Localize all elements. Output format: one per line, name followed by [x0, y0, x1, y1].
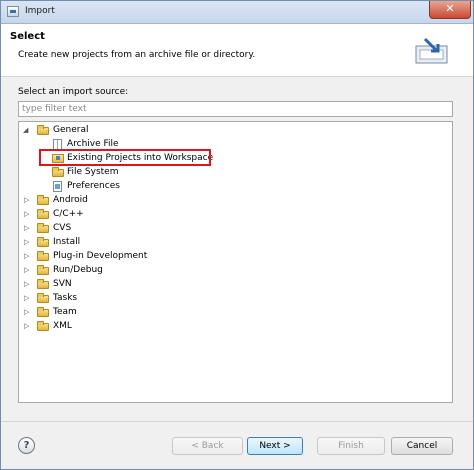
tree-item-preferences[interactable]: Preferences [51, 180, 251, 193]
tree-item-label: SVN [53, 279, 72, 289]
tree-item-general[interactable]: ◢ General [23, 124, 223, 137]
folder-icon [37, 279, 49, 289]
folder-icon [37, 293, 49, 303]
tree-item-label: General [53, 125, 89, 135]
tree-item-label: File System [67, 167, 119, 177]
collapsed-arrow-icon[interactable]: ▷ [24, 208, 32, 221]
collapsed-arrow-icon[interactable]: ▷ [24, 320, 32, 333]
back-button[interactable]: < Back [172, 437, 243, 455]
selection-highlight-box [39, 149, 211, 166]
tree-item-cvs[interactable]: ▷ CVS [23, 222, 223, 235]
tree-item-team[interactable]: ▷ Team [23, 306, 223, 319]
tree-item-run-debug[interactable]: ▷ Run/Debug [23, 264, 223, 277]
collapsed-arrow-icon[interactable]: ▷ [24, 278, 32, 291]
tree-item-plugin-development[interactable]: ▷ Plug-in Development [23, 250, 243, 263]
tree-item-svn[interactable]: ▷ SVN [23, 278, 223, 291]
tree-item-label: CVS [53, 223, 72, 233]
import-dialog: Import ✕ Select Create new projects from… [0, 0, 474, 470]
title-bar[interactable]: Import ✕ [1, 1, 473, 24]
filter-input[interactable] [18, 101, 453, 117]
tree-item-file-system[interactable]: File System [51, 166, 251, 179]
tree-item-label: Install [53, 237, 81, 247]
collapsed-arrow-icon[interactable]: ▷ [24, 264, 32, 277]
folder-icon [37, 251, 49, 261]
collapsed-arrow-icon[interactable]: ▷ [24, 222, 32, 235]
tree-item-c-cpp[interactable]: ▷ C/C++ [23, 208, 223, 221]
cancel-button[interactable]: Cancel [391, 437, 453, 455]
collapsed-arrow-icon[interactable]: ▷ [24, 250, 32, 263]
folder-icon [37, 125, 49, 135]
import-wizard-icon [415, 37, 448, 64]
tree-item-xml[interactable]: ▷ XML [23, 320, 223, 333]
wizard-banner: Select Create new projects from an archi… [1, 24, 473, 77]
tree-item-label: Run/Debug [53, 265, 103, 275]
folder-icon [37, 307, 49, 317]
folder-icon [37, 237, 49, 247]
collapsed-arrow-icon[interactable]: ▷ [24, 194, 32, 207]
tree-item-tasks[interactable]: ▷ Tasks [23, 292, 223, 305]
folder-icon [37, 321, 49, 331]
tree-item-label: Team [53, 307, 77, 317]
expanded-arrow-icon[interactable]: ◢ [23, 124, 31, 137]
folder-icon [37, 223, 49, 233]
folder-icon [37, 209, 49, 219]
window-icon [7, 6, 19, 17]
tree-item-label: XML [53, 321, 72, 331]
next-button[interactable]: Next > [247, 437, 303, 455]
folder-icon [52, 167, 64, 177]
close-button[interactable]: ✕ [429, 1, 471, 19]
tree-item-label: C/C++ [53, 209, 84, 219]
preferences-icon [53, 181, 62, 192]
finish-button[interactable]: Finish [317, 437, 385, 455]
import-source-label: Select an import source: [18, 87, 129, 97]
collapsed-arrow-icon[interactable]: ▷ [24, 236, 32, 249]
folder-icon [37, 265, 49, 275]
window-title: Import [25, 6, 55, 16]
tree-item-install[interactable]: ▷ Install [23, 236, 223, 249]
folder-icon [37, 195, 49, 205]
tree-item-android[interactable]: ▷ Android [23, 194, 223, 207]
page-title: Select [10, 31, 45, 42]
collapsed-arrow-icon[interactable]: ▷ [24, 306, 32, 319]
help-button[interactable]: ? [18, 437, 35, 454]
tree-item-label: Tasks [53, 293, 78, 303]
tree-item-label: Preferences [67, 181, 120, 191]
page-description: Create new projects from an archive file… [18, 50, 256, 60]
tree-item-label: Plug-in Development [53, 251, 148, 261]
tree-item-label: Android [53, 195, 88, 205]
collapsed-arrow-icon[interactable]: ▷ [24, 292, 32, 305]
footer-divider [1, 421, 473, 422]
